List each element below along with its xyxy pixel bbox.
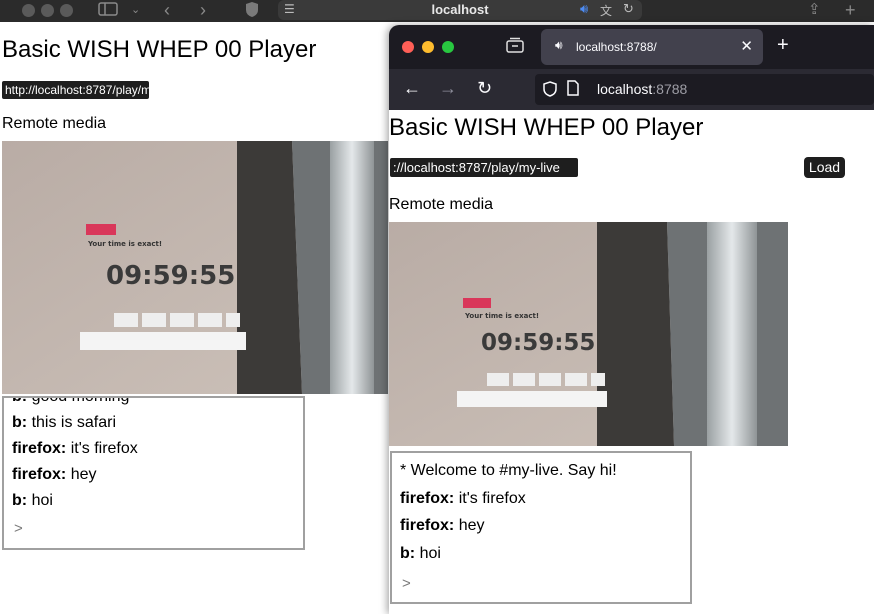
minimize-window-button[interactable] (422, 41, 434, 53)
remote-video[interactable]: Your time is exact! 09:59:55 (389, 222, 788, 446)
video-heading: Your time is exact! (464, 312, 539, 320)
shield-icon[interactable] (543, 81, 557, 100)
sidebar-icon[interactable] (98, 1, 118, 22)
close-icon[interactable]: ✕ (740, 37, 753, 55)
video-clock: 09:59:55 (481, 330, 595, 356)
url-port: :8788 (652, 81, 688, 97)
firefox-toolbar: ← → ↻ localhost:8788 (389, 69, 874, 110)
chat-text: good morning (31, 396, 130, 405)
chat-message: firefox: hey (4, 462, 303, 488)
chat-user: b: (12, 492, 28, 509)
chat-panel: b: good morning b: this is safari firefo… (2, 396, 305, 550)
url-text: localhost:8788 (597, 81, 687, 97)
video-heading: Your time is exact! (87, 240, 162, 248)
chat-user: b: (12, 414, 28, 431)
chat-message: firefox: it's firefox (4, 436, 303, 462)
url-host: localhost (597, 81, 653, 97)
chat-text: it's firefox (458, 489, 526, 507)
remote-media-label: Remote media (389, 196, 494, 213)
zoom-window-button[interactable] (442, 41, 454, 53)
chat-user: firefox: (400, 489, 455, 507)
url-input[interactable]: http://localhost:8787/play/my-live (2, 81, 149, 99)
chat-message: firefox: it's firefox (392, 485, 690, 513)
chat-input[interactable]: > (4, 520, 303, 537)
chat-message: b: this is safari (4, 410, 303, 436)
close-window-button[interactable] (22, 4, 35, 17)
page-title: Basic WISH WHEP 00 Player (2, 36, 317, 63)
chat-message: b: hoi (4, 488, 303, 514)
firefox-tab-bar: 🔊︎ localhost:8788/ ✕ + (389, 25, 874, 69)
arrow-right-icon[interactable]: → (439, 78, 457, 99)
speaker-icon[interactable]: 🔊︎ (580, 1, 588, 17)
plus-icon[interactable]: + (845, 1, 856, 19)
firefox-window: 🔊︎ localhost:8788/ ✕ + ← → ↻ localhost:8… (389, 25, 874, 614)
chat-message: firefox: hey (392, 512, 690, 540)
tabs-icon[interactable] (506, 37, 524, 57)
chat-text: hey (458, 517, 485, 534)
chat-user: firefox: (12, 440, 67, 457)
chat-user: firefox: (400, 517, 455, 534)
close-window-button[interactable] (402, 41, 414, 53)
chat-panel: * Welcome to #my-live. Say hi! firefox: … (390, 451, 692, 604)
chat-user: firefox: (12, 466, 67, 483)
chat-text: this is safari (31, 414, 117, 431)
reload-icon[interactable]: ↻ (477, 78, 492, 99)
tab-title: localhost:8788/ (576, 40, 657, 54)
translate-icon[interactable]: 文 (600, 2, 612, 19)
chat-message: b: good morning (4, 396, 303, 410)
speaker-icon[interactable]: 🔊︎ (555, 38, 563, 53)
share-icon[interactable]: ⇪ (808, 1, 821, 19)
video-clock: 09:59:55 (106, 261, 235, 291)
arrow-right-icon[interactable]: › (200, 1, 206, 19)
remote-media-label: Remote media (2, 115, 107, 132)
zoom-window-button[interactable] (60, 4, 73, 17)
safari-toolbar: ⌄ ‹ › ☰ localhost 🔊︎ 文 ↻ ⇪ + (0, 0, 874, 22)
chat-user: b: (400, 544, 416, 562)
chat-text: hoi (31, 492, 53, 509)
chat-message: b: hoi (392, 540, 690, 568)
arrow-left-icon[interactable]: ← (403, 78, 421, 99)
privacy-report-icon[interactable] (245, 1, 259, 23)
chat-text: it's firefox (70, 440, 138, 457)
chat-text: hey (70, 466, 97, 483)
chat-input[interactable]: > (392, 575, 690, 592)
load-button[interactable]: Load (804, 157, 845, 178)
chat-text: hoi (419, 544, 441, 562)
remote-video[interactable]: Your time is exact! 09:59:55 (2, 141, 388, 394)
page-icon (567, 80, 579, 99)
chat-welcome: * Welcome to #my-live. Say hi! (400, 462, 617, 479)
arrow-left-icon[interactable]: ‹ (164, 1, 170, 19)
chevron-down-icon[interactable]: ⌄ (131, 1, 140, 19)
safari-address-bar[interactable]: ☰ localhost 🔊︎ 文 ↻ (278, 0, 642, 20)
page-title: Basic WISH WHEP 00 Player (389, 114, 704, 141)
plus-icon[interactable]: + (777, 34, 789, 57)
tab-localhost[interactable]: 🔊︎ localhost:8788/ ✕ (541, 29, 763, 65)
minimize-window-button[interactable] (41, 4, 54, 17)
url-bar[interactable]: localhost:8788 (535, 74, 874, 105)
url-input[interactable]: ://localhost:8787/play/my-live (390, 158, 578, 177)
reload-icon[interactable]: ↻ (623, 1, 634, 17)
chat-user: b: (12, 396, 28, 405)
